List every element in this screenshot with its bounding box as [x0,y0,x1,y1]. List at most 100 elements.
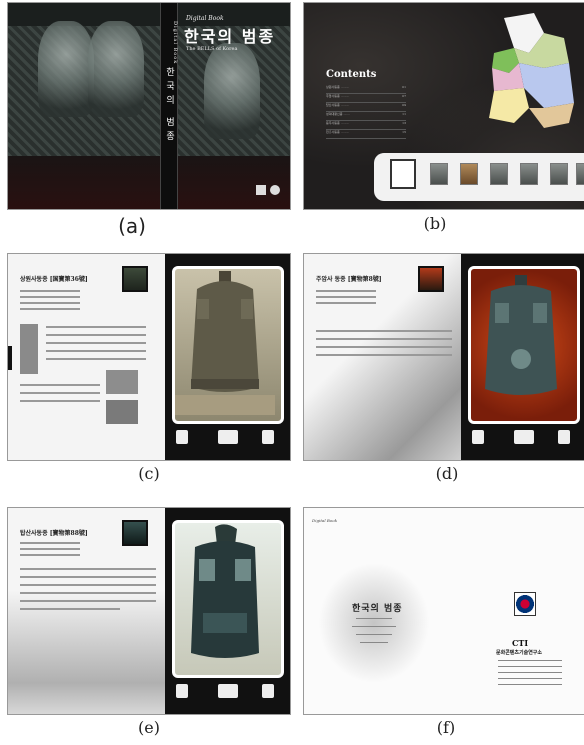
text-line [498,666,562,667]
bell-thumbnail[interactable] [122,520,148,546]
detail-photo[interactable] [106,400,138,424]
panel-b-contents: Contents 상원사동종 ········· 01 주암사동종 ·······… [303,2,584,210]
bell-shape-icon[interactable] [558,430,570,444]
page-fold-tab[interactable] [8,346,12,370]
caption-a: (a) [118,214,146,238]
contents-row[interactable]: 상원사동종 ········· 01 [326,85,406,94]
bell-photo-frame[interactable] [172,266,284,424]
institute-logo-icon [270,185,280,195]
text-line [46,334,146,336]
text-line [20,568,156,570]
hammer-icon[interactable] [218,430,238,444]
bell-thumbnail[interactable] [418,266,444,292]
text-line [20,592,156,594]
bell-view-icon[interactable] [472,430,484,444]
page-heading: 주암사 동종 [寶物第8號] [316,276,382,283]
org-name-korean: 문화콘텐츠기술연구소 [496,650,543,656]
ink-mist-background [314,558,434,688]
text-line [498,684,562,685]
publisher-logo-icon [256,185,266,195]
text-line [316,296,376,298]
org-name: CTI [512,638,529,648]
text-line [46,358,146,360]
thumbnail-bell[interactable] [550,163,568,185]
bodhisattva-relief-right [204,43,260,139]
text-line [20,308,80,310]
cover-floor-band [8,156,290,209]
text-line [316,354,452,356]
thumbnail-bell[interactable] [460,163,478,185]
contents-row[interactable]: 천흥사동종 ········· 15 [326,130,406,139]
caption-e: (e) [138,718,160,737]
text-line [316,302,376,304]
text-line [20,576,156,578]
cover-title: 한국의 범종 [184,27,276,46]
text-line [352,626,396,627]
thumbnail-bell[interactable] [576,163,584,185]
bell-illustration [191,524,259,658]
contents-row[interactable]: 주암사동종 ········· 07 [326,94,406,103]
bell-shape-icon[interactable] [262,684,274,698]
rubbing-image[interactable] [20,324,38,374]
text-line [498,660,562,661]
cover-subtitle: The BELLS of Korea [186,46,238,52]
panel-f-colophon: Digital Book 한국의 범종 CTI 문화콘텐츠기술연구소 [303,507,584,715]
text-line [20,384,100,386]
text-line [316,330,452,332]
contents-list: 상원사동종 ········· 01 주암사동종 ········· 07 탑산사동… [326,85,406,139]
text-line [20,392,100,394]
text-line [498,672,562,673]
contents-row[interactable]: 용주사동종 ········· 13 [326,121,406,130]
page-heading: 탑산사동종 [寶物第88號] [20,530,88,537]
series-label: Digital Book [312,518,338,523]
hammer-icon[interactable] [218,684,238,698]
caption-d: (d) [435,464,459,483]
page-fold-tab[interactable] [288,600,290,630]
bell-photo-frame[interactable] [468,266,580,424]
spine-title: 한국의 범종 [164,67,174,145]
text-line [46,326,146,328]
thumbnail-bell[interactable] [430,163,448,185]
bodhisattva-relief-left [38,21,94,117]
map-region-jeolla [489,88,529,123]
thumbnail-bell[interactable] [520,163,538,185]
bell-illustration [175,271,275,415]
bell-shape-icon[interactable] [262,430,274,444]
bell-thumbnail[interactable] [122,266,148,292]
institute-logo-icon [514,592,536,616]
text-line [20,296,80,298]
text-line [20,302,80,304]
thumbnail-bell[interactable] [490,163,508,185]
text-line [356,618,392,619]
contents-row[interactable]: 탑산사동종 ········· 09 [326,103,406,112]
panel-e-bell-page: 탑산사동종 [寶物第88號] [7,507,291,715]
colophon-title: 한국의 범종 [352,604,403,614]
text-line [20,600,156,602]
panel-a-cover: Digital Book 한국의 범종 Digital Book 한국의 범종 … [7,2,291,210]
bell-view-icon[interactable] [176,430,188,444]
thumbnail-selected[interactable] [390,159,416,189]
panel-d-bell-page: 주암사 동종 [寶物第8號] [303,253,584,461]
contents-row[interactable]: 성덕대왕신종 ······· 11 [326,112,406,121]
korea-map [489,13,574,128]
text-line [316,338,452,340]
text-line [20,554,80,556]
bell-view-icon[interactable] [176,684,188,698]
bell-photo-frame[interactable] [172,520,284,678]
text-line [316,346,452,348]
map-region-southeast [529,103,574,128]
text-line [316,290,376,292]
text-line [46,350,146,352]
text-line [20,542,80,544]
text-line [356,634,392,635]
text-line [498,678,562,679]
hammer-icon[interactable] [514,430,534,444]
page-heading: 상원사동종 [国寶第36號] [20,276,88,283]
text-line [46,342,146,344]
detail-photo[interactable] [106,370,138,394]
text-line [20,400,100,402]
text-line [20,290,80,292]
contents-title: Contents [326,69,377,80]
caption-c: (c) [138,464,160,483]
text-line [20,584,156,586]
